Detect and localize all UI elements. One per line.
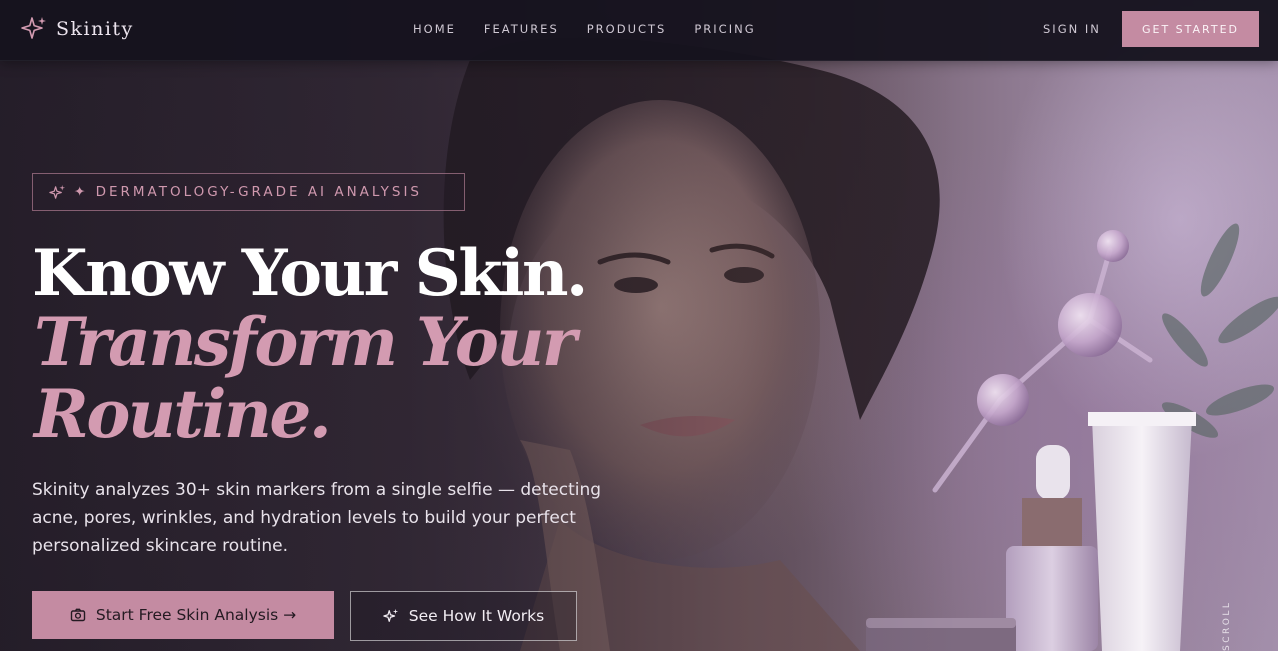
see-how-it-works-label: See How It Works (408, 607, 545, 625)
brand-logo[interactable]: Skinity (20, 15, 134, 43)
landing-page: Skinity HOME FEATURES PRODUCTS PRICING S… (0, 0, 1278, 651)
nav-link-products[interactable]: PRODUCTS (587, 22, 667, 36)
brand-name: Skinity (56, 18, 134, 40)
camera-icon (70, 608, 86, 622)
see-how-it-works-button[interactable]: See How It Works (350, 591, 577, 641)
scroll-indicator[interactable]: SCROLL (1222, 601, 1232, 651)
get-started-button[interactable]: GET STARTED (1122, 11, 1259, 47)
start-skin-analysis-button[interactable]: Start Free Skin Analysis → (32, 591, 334, 639)
main-nav: HOME FEATURES PRODUCTS PRICING (413, 22, 784, 36)
sign-in-link[interactable]: SIGN IN (1043, 22, 1101, 36)
start-skin-analysis-label: Start Free Skin Analysis → (95, 606, 297, 624)
nav-link-home[interactable]: HOME (413, 22, 456, 36)
hero-headline-accent: Transform Your Routine. (34, 303, 577, 453)
hero-badge: ✦ DERMATOLOGY-GRADE AI ANALYSIS (32, 173, 465, 211)
hero-badge-text: ✦ DERMATOLOGY-GRADE AI ANALYSIS (74, 184, 422, 200)
hero-description: Skinity analyzes 30+ skin markers from a… (32, 480, 602, 556)
sparkles-icon (49, 184, 66, 199)
nav-link-features[interactable]: FEATURES (484, 22, 559, 36)
nav-link-pricing[interactable]: PRICING (694, 22, 755, 36)
sparkles-icon (383, 608, 398, 622)
top-navbar: Skinity HOME FEATURES PRODUCTS PRICING S… (0, 0, 1278, 61)
sparkle-icon (21, 17, 46, 39)
